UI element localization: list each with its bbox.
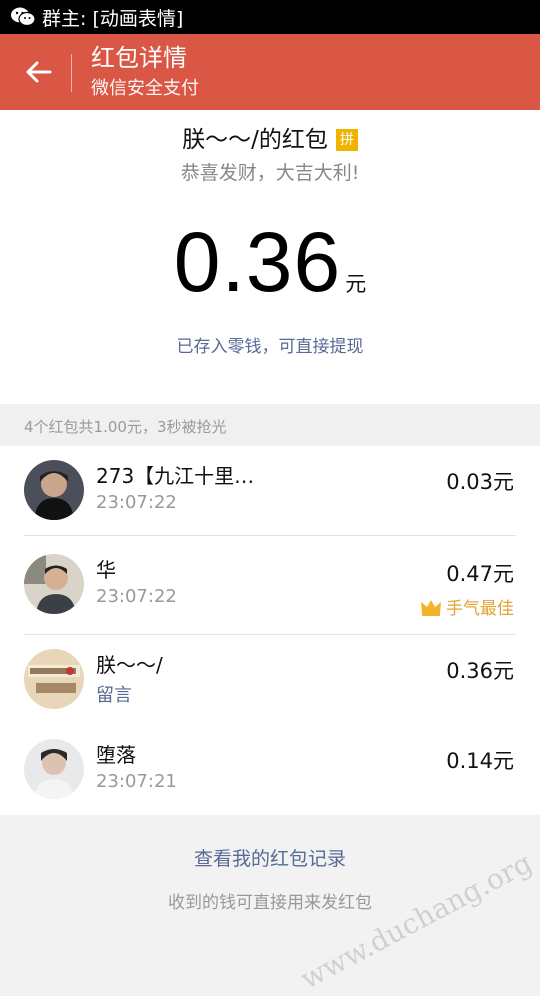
recipient-name: 朕～～/	[96, 653, 163, 677]
view-records-link[interactable]: 查看我的红包记录	[0, 844, 540, 871]
wechat-icon	[11, 7, 36, 27]
status-bar: 群主: [动画表情]	[0, 0, 540, 34]
amount-unit: 元	[345, 272, 367, 296]
sender-line: 朕～～/的红包拼	[0, 124, 540, 156]
list-item[interactable]: 273【九江十里… 23:07:22 0.03元	[0, 446, 540, 536]
wish-text: 恭喜发财，大吉大利!	[180, 162, 360, 184]
recipient-time: 23:07:22	[96, 492, 177, 513]
page-title: 红包详情	[91, 44, 187, 72]
recipient-name: 273【九江十里…	[96, 464, 255, 488]
page-subtitle: 微信安全支付	[91, 78, 199, 99]
avatar	[24, 460, 84, 520]
recipient-name: 堕落	[96, 743, 136, 767]
amount-display: 0.36 元	[0, 214, 540, 311]
recipient-amount: 0.47元	[446, 562, 514, 586]
deposit-link[interactable]: 已存入零钱，可直接提现	[0, 332, 540, 357]
recipient-name: 华	[96, 558, 116, 582]
list-item[interactable]: 堕落 23:07:21 0.14元	[0, 725, 540, 815]
pin-badge: 拼	[335, 129, 358, 151]
header-bar: 红包详情 微信安全支付	[0, 34, 540, 110]
header-divider	[71, 54, 72, 92]
sender-name: 朕～～/的红包	[182, 127, 328, 153]
back-arrow-icon	[26, 61, 52, 83]
recipient-time: 23:07:22	[96, 586, 177, 607]
status-title: 群主: [动画表情]	[42, 7, 184, 30]
leave-message-link[interactable]: 留言	[96, 681, 132, 707]
avatar	[24, 739, 84, 799]
crown-icon	[421, 599, 441, 616]
recipient-amount: 0.14元	[446, 749, 514, 773]
group-info-text: 4个红包共1.00元，3秒被抢光	[24, 418, 227, 436]
recipient-amount: 0.36元	[446, 659, 514, 683]
avatar	[24, 649, 84, 709]
recipient-list: 273【九江十里… 23:07:22 0.03元 华 23:07:22 0.47…	[0, 446, 540, 815]
best-luck-badge: 手气最佳	[420, 594, 514, 619]
group-info: 4个红包共1.00元，3秒被抢光	[0, 404, 540, 446]
amount-value: 0.36	[173, 215, 342, 309]
back-button[interactable]	[18, 54, 58, 90]
list-item[interactable]: 华 23:07:22 0.47元 手气最佳	[0, 536, 540, 635]
recipient-amount: 0.03元	[446, 470, 514, 494]
avatar	[24, 554, 84, 614]
recipient-time: 23:07:21	[96, 771, 177, 792]
packet-summary: 朕～～/的红包拼 恭喜发财，大吉大利! 0.36 元 已存入零钱，可直接提现	[0, 110, 540, 404]
list-item[interactable]: 朕～～/ 留言 0.36元	[0, 635, 540, 725]
best-luck-label: 手气最佳	[446, 599, 514, 619]
